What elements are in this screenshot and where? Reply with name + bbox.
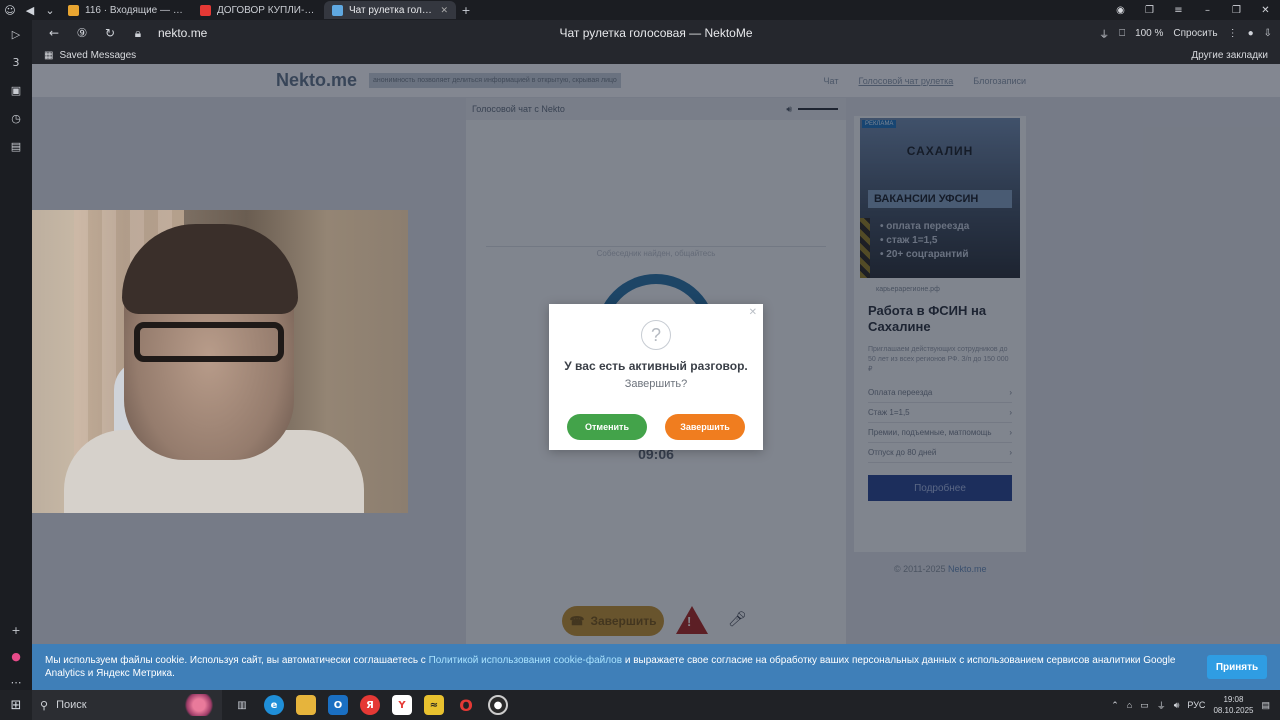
- bookmark-saved-messages[interactable]: Saved Messages: [59, 50, 136, 61]
- restore-icon[interactable]: ❐: [1222, 5, 1251, 16]
- taskbar-search[interactable]: ⚲ Поиск: [32, 690, 222, 720]
- close-window-icon[interactable]: ✕: [1251, 5, 1280, 16]
- system-tray: ⌃ ⌂ ▭ ⏚ 🔊︎ РУС 19:08 08.10.2025 ▤: [1111, 694, 1280, 716]
- obs-icon[interactable]: ●: [488, 695, 508, 715]
- search-icon: ⚲: [40, 699, 49, 712]
- more-menu-icon[interactable]: ⋮: [1228, 28, 1238, 39]
- close-dialog-icon[interactable]: ✕: [749, 307, 757, 318]
- audio-tab-icon[interactable]: ◀: [20, 1, 40, 19]
- nekto-favicon-icon: [332, 4, 343, 16]
- tab-label: ДОГОВОР КУПЛИ-ПРОДАЖИ: [217, 4, 316, 16]
- cookie-banner: Мы используем файлы cookie. Используя са…: [32, 644, 1280, 690]
- video-glasses: [134, 322, 284, 362]
- bookmark-apps-icon[interactable]: ▦: [44, 50, 53, 61]
- display-icon[interactable]: ▭: [1140, 700, 1149, 711]
- opera-icon[interactable]: O: [456, 695, 476, 715]
- tab-mail[interactable]: 116 · Входящие — Яндекс: [60, 1, 192, 19]
- sidebar-bottom: + ● ⋯: [8, 622, 24, 690]
- collections-icon[interactable]: ❐: [1135, 5, 1164, 16]
- other-bookmarks[interactable]: Другие закладки: [1191, 50, 1280, 61]
- file-explorer-icon[interactable]: [296, 695, 316, 715]
- play-icon[interactable]: ▷: [8, 26, 24, 42]
- zoom-level[interactable]: 100 %: [1135, 28, 1163, 39]
- web-page: Nekto.me анонимность позволяет делиться …: [32, 64, 1280, 690]
- edge-icon[interactable]: e: [264, 695, 284, 715]
- downloads-icon[interactable]: ⇩: [1264, 28, 1272, 39]
- clock[interactable]: 19:08 08.10.2025: [1213, 694, 1253, 716]
- mic-icon[interactable]: ⏚: [1099, 26, 1109, 41]
- browser-sidebar: ▷ 3 ▣ ◷ ▤ + ● ⋯: [0, 20, 32, 690]
- webcam-video[interactable]: [32, 210, 408, 513]
- new-tab-icon[interactable]: +: [456, 1, 476, 19]
- yandex-icon[interactable]: ⑨: [68, 26, 96, 40]
- question-icon: ?: [641, 320, 671, 350]
- app-icon[interactable]: ≈: [424, 695, 444, 715]
- clock-date: 08.10.2025: [1213, 706, 1254, 715]
- cookie-text-before: Мы используем файлы cookie. Используя са…: [45, 655, 429, 666]
- mic-tray-icon[interactable]: ⏚: [1157, 699, 1166, 712]
- search-highlight-icon: [182, 694, 216, 716]
- cookie-policy-link[interactable]: Политикой использования cookie-файлов: [429, 655, 622, 666]
- lock-icon: 🔒︎: [134, 25, 142, 40]
- url-field[interactable]: nekto.me: [158, 26, 207, 40]
- windows-start-icon[interactable]: ⊞: [0, 698, 32, 713]
- more-icon[interactable]: ⋯: [8, 674, 24, 690]
- menu-icon[interactable]: ≡: [1164, 5, 1193, 16]
- extension-icon[interactable]: ●: [1248, 28, 1254, 39]
- page-title: Чат рулетка голосовая — NektoMe: [559, 26, 753, 40]
- yandex-browser-icon[interactable]: Y: [392, 695, 412, 715]
- task-view-icon[interactable]: ▥: [232, 695, 252, 715]
- volume-icon[interactable]: 🔊︎: [1174, 700, 1180, 711]
- cookie-text: Мы используем файлы cookie. Используя са…: [45, 654, 1195, 680]
- cancel-button[interactable]: Отменить: [567, 414, 647, 440]
- gallery-icon[interactable]: ▣: [8, 82, 24, 98]
- window-controls: ◉ ❐ ≡ – ❐ ✕: [1106, 5, 1280, 16]
- mail-favicon-icon: [68, 4, 79, 16]
- confirm-end-button[interactable]: Завершить: [665, 414, 745, 440]
- network-icon[interactable]: ⌂: [1127, 700, 1132, 710]
- tab-label: 116 · Входящие — Яндекс: [85, 4, 184, 16]
- add-icon[interactable]: +: [8, 622, 24, 638]
- bookmarks-bar: ▦ Saved Messages Другие закладки: [32, 46, 1280, 64]
- language-indicator[interactable]: РУС: [1187, 700, 1205, 710]
- taskbar-apps: ▥ e O Я Y ≈ O ●: [222, 695, 508, 715]
- tab-nekto[interactable]: Чат рулетка голосовая ✕: [324, 1, 456, 19]
- back-icon[interactable]: ←: [40, 26, 68, 40]
- close-tab-icon[interactable]: ✕: [440, 5, 448, 16]
- end-conversation-dialog: ✕ ? У вас есть активный разговор. Заверш…: [549, 304, 763, 450]
- address-bar: ← ⑨ ↻ 🔒︎ nekto.me Чат рулетка голосовая …: [32, 20, 1280, 46]
- tab-document[interactable]: ДОГОВОР КУПЛИ-ПРОДАЖИ: [192, 1, 324, 19]
- yandex-icon[interactable]: Я: [360, 695, 380, 715]
- dialog-title: У вас есть активный разговор.: [564, 359, 748, 373]
- taskbar: ⊞ ⚲ Поиск ▥ e O Я Y ≈ O ● ⌃ ⌂ ▭ ⏚ 🔊︎ РУС…: [0, 690, 1280, 720]
- clock-time: 19:08: [1223, 695, 1244, 704]
- yandex-favicon-icon: [200, 4, 211, 16]
- taskbar-search-label: Поиск: [56, 699, 87, 711]
- accept-cookies-button[interactable]: Принять: [1207, 655, 1267, 679]
- bookmark-icon[interactable]: ⎕: [1119, 28, 1125, 39]
- badge-icon[interactable]: 3: [8, 54, 24, 70]
- tab-label: Чат рулетка голосовая: [349, 4, 434, 16]
- reload-icon[interactable]: ↻: [96, 26, 124, 40]
- history-icon[interactable]: ◷: [8, 110, 24, 126]
- dialog-subtitle: Завершить?: [624, 378, 688, 390]
- browser-tabbar: ☺ ◀ ⌄ 116 · Входящие — Яндекс ДОГОВОР КУ…: [0, 0, 1280, 20]
- profile-icon[interactable]: ◉: [1106, 5, 1135, 16]
- notes-icon[interactable]: ▤: [8, 138, 24, 154]
- ask-button[interactable]: Спросить: [1173, 28, 1217, 39]
- alice-icon[interactable]: ●: [8, 648, 24, 664]
- minimize-icon[interactable]: –: [1193, 5, 1222, 16]
- notifications-icon[interactable]: ▤: [1261, 700, 1270, 711]
- browser-menu-icon[interactable]: ☺: [0, 1, 20, 19]
- outlook-icon[interactable]: O: [328, 695, 348, 715]
- tray-chevron-icon[interactable]: ⌃: [1111, 700, 1119, 711]
- tabs-dropdown-icon[interactable]: ⌄: [40, 1, 60, 19]
- address-actions: ⏚ ⎕ 100 % Спросить ⋮ ● ⇩: [1099, 26, 1280, 41]
